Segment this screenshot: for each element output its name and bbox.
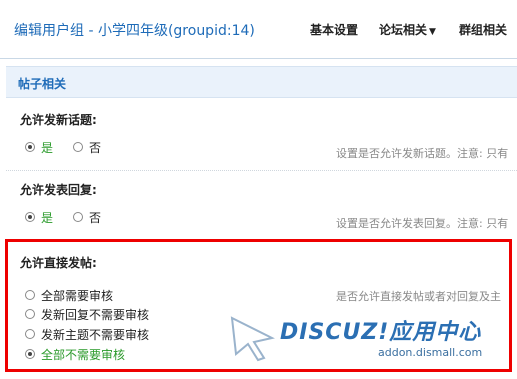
watermark-logo: DISCUZ!应用中心 — [280, 320, 482, 345]
nav-group-related-label: 群组相关 — [459, 23, 508, 37]
setting-label-reply: 允许发表回复: — [20, 183, 97, 197]
watermark-url: addon.dismall.com — [378, 346, 483, 359]
watermark: DISCUZ!应用中心 addon.dismall.com — [228, 312, 517, 374]
page-title: 编辑用户组 - 小学四年级(groupid:14) — [14, 23, 255, 39]
section-title: 帖子相关 — [18, 77, 67, 91]
option-label-yes[interactable]: 是 — [41, 209, 53, 226]
radio-reply-no[interactable] — [73, 212, 84, 222]
nav-forum-related[interactable]: 论坛相关 ▼ — [379, 21, 436, 38]
option-label-no[interactable]: 否 — [89, 209, 101, 226]
page-header: 编辑用户组 - 小学四年级(groupid:14) 基本设置 论坛相关 ▼ 群组相… — [0, 0, 517, 59]
radio-new-topic-no[interactable] — [73, 142, 84, 152]
section-header: 帖子相关 — [6, 66, 517, 98]
setting-options-new-topic: 是 否 — [25, 139, 101, 155]
nav-basic-settings-label: 基本设置 — [310, 23, 359, 37]
nav-basic-settings[interactable]: 基本设置 — [310, 21, 358, 38]
radio-new-topic-yes[interactable] — [25, 142, 35, 152]
setting-options-reply: 是 否 — [25, 209, 101, 225]
nav-group-related[interactable]: 群组相关 — [459, 21, 507, 38]
nav-forum-related-label: 论坛相关 — [379, 23, 428, 37]
option-label-yes[interactable]: 是 — [41, 139, 53, 156]
radio-reply-yes[interactable] — [25, 212, 35, 222]
divider — [6, 170, 517, 171]
cursor-arrow-icon — [230, 316, 275, 362]
setting-hint-reply: 设置是否允许发表回复。注意: 只有 — [336, 217, 509, 230]
setting-hint-new-topic: 设置是否允许发新话题。注意: 只有 — [336, 147, 509, 160]
setting-label-new-topic: 允许发新话题: — [20, 113, 97, 127]
chevron-down-icon: ▼ — [429, 27, 436, 37]
option-label-no[interactable]: 否 — [89, 139, 101, 156]
